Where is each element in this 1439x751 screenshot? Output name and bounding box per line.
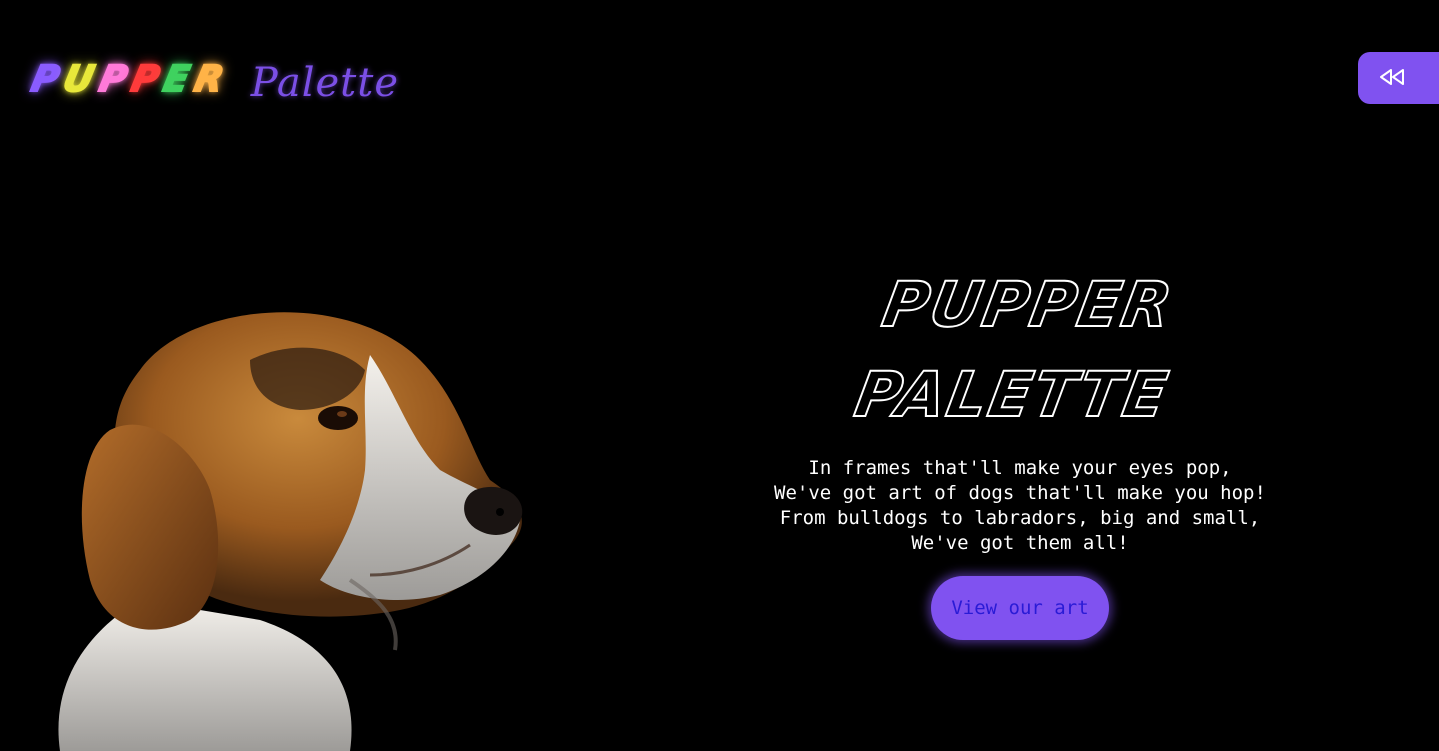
landing-page: P U P P E R Palette PUPPER PALETTE In fr… (0, 0, 1439, 751)
view-our-art-button[interactable]: View our art (931, 576, 1109, 640)
logo-letter: U (59, 58, 99, 101)
hero-poem: In frames that'll make your eyes pop, We… (774, 457, 1266, 554)
rewind-button[interactable] (1358, 52, 1439, 104)
site-logo[interactable]: P U P P E R Palette (27, 52, 399, 108)
logo-letter: P (27, 58, 64, 101)
logo-letter: E (159, 58, 194, 101)
logo-neon-letters: P U P P E R (27, 58, 229, 101)
logo-letter: P (127, 58, 164, 101)
logo-letter: P (94, 58, 131, 101)
logo-letter: R (190, 58, 228, 101)
hero-title-line-1: Pupper (876, 267, 1180, 342)
hero-section: Pupper Palette In frames that'll make yo… (720, 260, 1320, 640)
hero-title: Pupper Palette (704, 260, 1336, 440)
logo-script-text: Palette (250, 60, 399, 106)
hero-title-line-2: Palette (849, 357, 1176, 432)
beagle-image (58, 312, 523, 751)
rewind-icon (1380, 69, 1404, 85)
